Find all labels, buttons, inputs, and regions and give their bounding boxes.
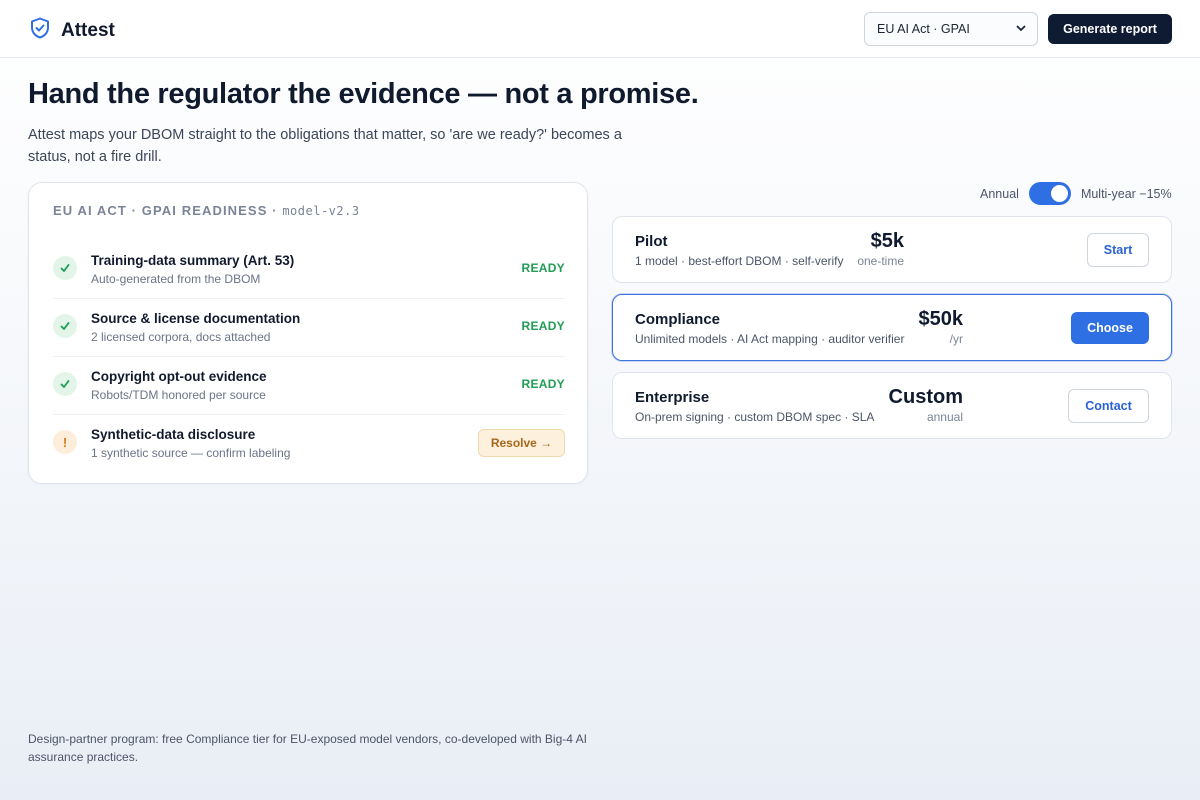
ready-badge: READY (521, 261, 565, 275)
checklist-row-subtitle: 2 licensed corpora, docs attached (91, 330, 271, 344)
plan-card-enterprise: Enterprise On-prem signing · custom DBOM… (612, 372, 1172, 439)
contact-button[interactable]: Contact (1068, 389, 1149, 423)
resolve-button[interactable]: Resolve → (478, 429, 565, 457)
plan-name: Pilot (635, 233, 668, 250)
plan-description: On-prem signing · custom DBOM spec · SLA (635, 410, 875, 424)
check-icon (53, 256, 77, 280)
plan-name: Enterprise (635, 389, 710, 406)
plan-price: $5k (870, 230, 904, 252)
top-bar: Attest EU AI Act · GPAI Generate report (0, 0, 1200, 58)
checklist-row: Copyright opt-out evidence Robots/TDM ho… (53, 357, 565, 415)
plan-card-compliance: Compliance Unlimited models · AI Act map… (612, 294, 1172, 361)
readiness-title: EU AI ACT · GPAI READINESS · model-v2.3 (53, 203, 360, 218)
design-partner-note: Design-partner program: free Compliance … (28, 732, 587, 764)
page-title: Hand the regulator the evidence — not a … (28, 78, 699, 110)
chevron-down-icon (1015, 22, 1027, 37)
checklist-row: Training-data summary (Art. 53) Auto-gen… (53, 241, 565, 299)
billing-toggle-group: Annual Multi-year −15% (980, 182, 1172, 205)
checklist-row-subtitle: 1 synthetic source — confirm labeling (91, 446, 291, 460)
checklist-row-subtitle: Auto-generated from the DBOM (91, 272, 261, 286)
brand-name: Attest (61, 19, 115, 41)
plan-name: Compliance (635, 311, 721, 328)
plan-description: 1 model · best-effort DBOM · self-verify (635, 254, 844, 268)
start-button[interactable]: Start (1087, 233, 1149, 267)
toggle-knob (1050, 185, 1068, 202)
plan-price: $50k (918, 308, 964, 330)
billing-toggle[interactable] (1028, 182, 1071, 205)
multi-year-label: Multi-year −15% (1080, 186, 1172, 201)
framework-select[interactable]: EU AI Act · GPAI (864, 12, 1038, 46)
choose-button[interactable]: Choose (1071, 312, 1149, 344)
checklist-row-title: Source & license documentation (91, 311, 301, 326)
brand[interactable]: Attest (28, 16, 115, 45)
readiness-card: EU AI ACT · GPAI READINESS · model-v2.3 … (28, 182, 588, 484)
checklist-row: ! Synthetic-data disclosure 1 synthetic … (53, 415, 565, 473)
checklist-row-title: Copyright opt-out evidence (91, 369, 267, 384)
checklist-row: Source & license documentation 2 license… (53, 299, 565, 357)
model-version: model-v2.3 (282, 204, 360, 218)
check-icon (53, 372, 77, 396)
readiness-title-text: EU AI ACT · GPAI READINESS · (53, 203, 283, 218)
generate-report-button[interactable]: Generate report (1048, 14, 1172, 44)
checklist-row-subtitle: Robots/TDM honored per source (91, 388, 266, 402)
plan-price: Custom (888, 386, 963, 408)
page-subtitle: Attest maps your DBOM straight to the ob… (28, 127, 622, 165)
annual-label: Annual (980, 186, 1019, 201)
check-icon (53, 314, 77, 338)
shield-check-icon (28, 16, 52, 45)
plan-period: /yr (949, 332, 963, 346)
ready-badge: READY (521, 377, 565, 391)
plan-description: Unlimited models · AI Act mapping · audi… (635, 332, 905, 346)
framework-select-value: EU AI Act · GPAI (877, 22, 970, 36)
plan-period: annual (926, 410, 963, 424)
plan-card-pilot: Pilot 1 model · best-effort DBOM · self-… (612, 216, 1172, 283)
ready-badge: READY (521, 319, 565, 333)
warning-icon: ! (53, 430, 77, 454)
checklist-row-title: Training-data summary (Art. 53) (91, 253, 295, 268)
checklist-row-title: Synthetic-data disclosure (91, 427, 256, 442)
plan-period: one-time (857, 254, 904, 268)
